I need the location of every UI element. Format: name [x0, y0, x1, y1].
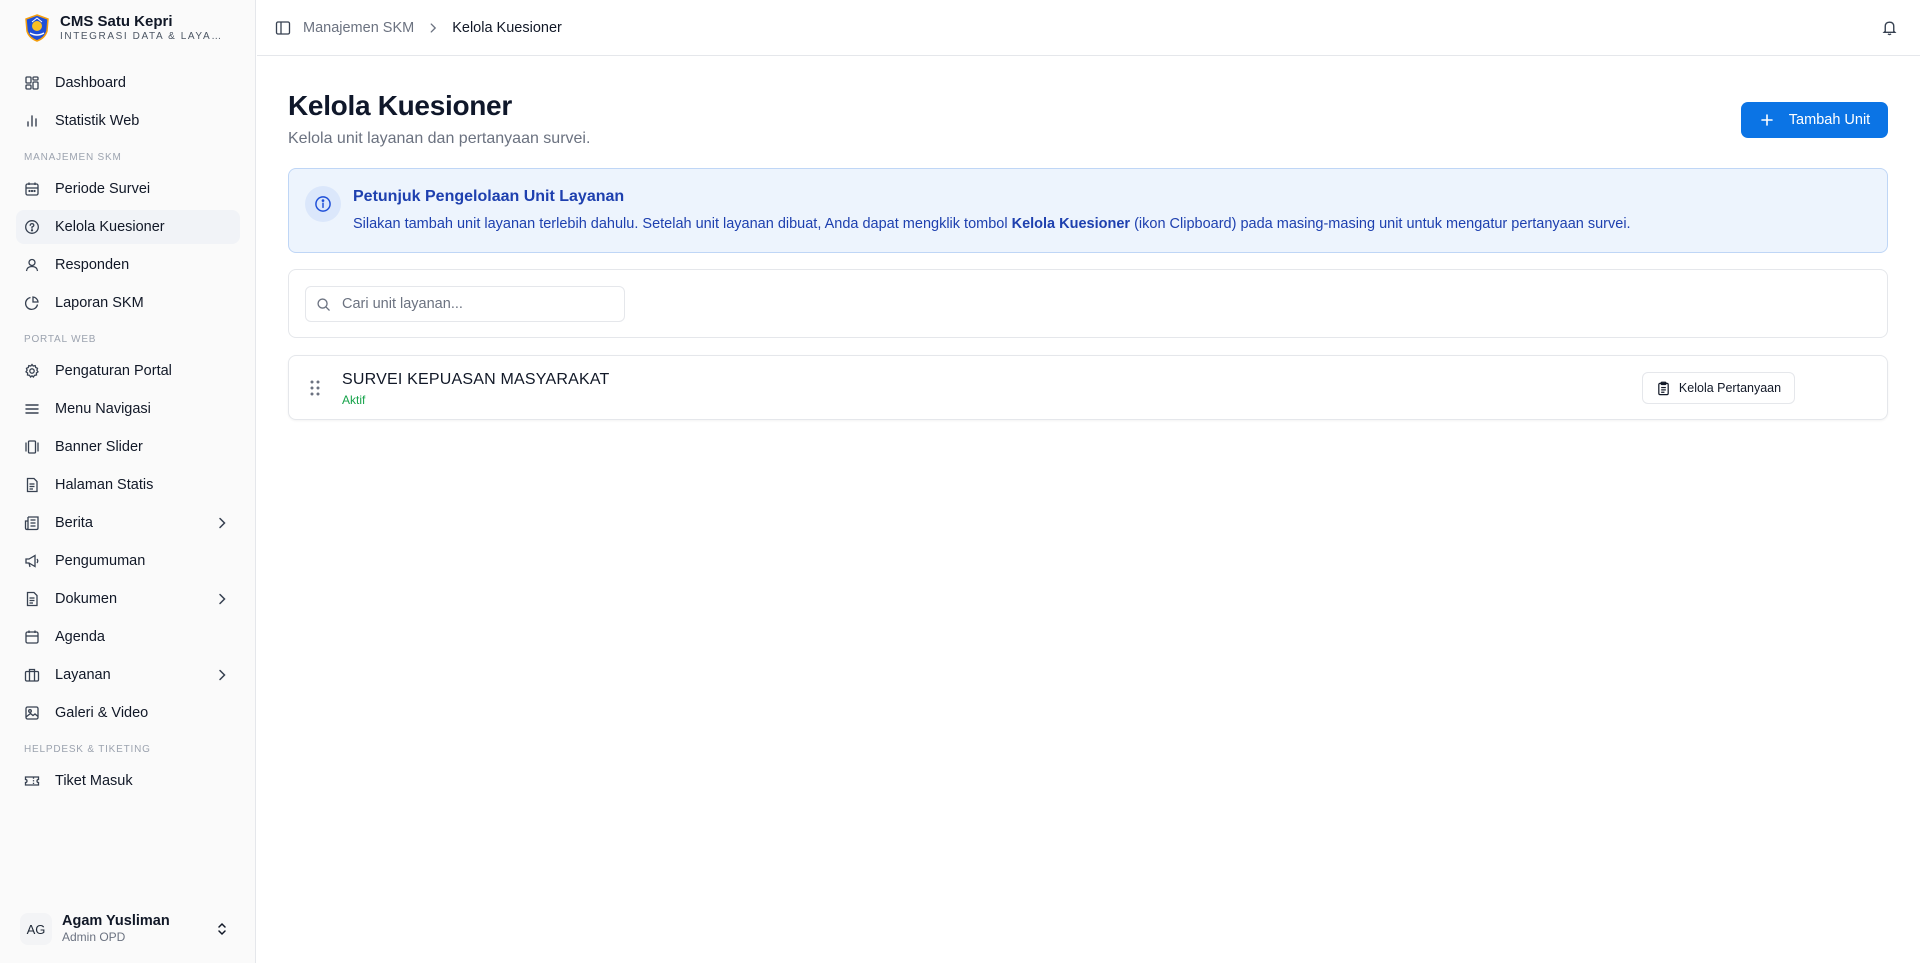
sidebar-item-statistik-web[interactable]: Statistik Web: [16, 104, 240, 138]
sidebar-item-label: Dashboard: [55, 75, 126, 91]
info-alert: Petunjuk Pengelolaan Unit Layanan Silaka…: [288, 168, 1888, 253]
bell-icon[interactable]: [1881, 19, 1898, 36]
info-text-part: Silakan tambah unit layanan terlebih dah…: [353, 216, 1012, 232]
gear-icon: [24, 363, 40, 379]
sidebar-item-laporan-skm[interactable]: Laporan SKM: [16, 286, 240, 320]
info-text: Silakan tambah unit layanan terlebih dah…: [353, 216, 1631, 232]
sidebar-item-label: Statistik Web: [55, 113, 140, 129]
sidebar-item-kelola-kuesioner[interactable]: Kelola Kuesioner: [16, 210, 240, 244]
user-menu[interactable]: AG Agam Yusliman Admin OPD: [16, 907, 240, 951]
breadcrumb-parent[interactable]: Manajemen SKM: [303, 20, 414, 36]
breadcrumb-current: Kelola Kuesioner: [452, 19, 562, 36]
sidebar-item-layanan[interactable]: Layanan: [16, 658, 240, 692]
group-label-manajemen-skm: MANAJEMEN SKM: [24, 152, 122, 163]
megaphone-icon: [24, 553, 40, 569]
newspaper-icon: [24, 515, 40, 531]
ticket-icon: [24, 773, 40, 789]
add-unit-label: Tambah Unit: [1788, 112, 1871, 128]
manage-questions-button[interactable]: Kelola Pertanyaan: [1642, 372, 1795, 404]
sidebar-item-label: Pengaturan Portal: [55, 363, 172, 379]
group-label-portal-web: PORTAL WEB: [24, 334, 97, 345]
sidebar-item-label: Kelola Kuesioner: [55, 219, 165, 235]
sidebar-item-berita[interactable]: Berita: [16, 506, 240, 540]
info-text-part: (ikon Clipboard) pada masing-masing unit…: [1130, 216, 1631, 232]
sidebar-item-label: Tiket Masuk: [55, 773, 133, 789]
gallery-icon: [24, 439, 40, 455]
user-name: Agam Yusliman: [62, 913, 170, 929]
sidebar-item-halaman-statis[interactable]: Halaman Statis: [16, 468, 240, 502]
sidebar-item-label: Menu Navigasi: [55, 401, 151, 417]
province-logo-icon: [25, 14, 49, 42]
file-text-icon: [24, 477, 40, 493]
chevrons-up-down-icon: [218, 922, 226, 936]
page-title: Kelola Kuesioner: [288, 90, 512, 121]
sidebar-item-label: Galeri & Video: [55, 705, 149, 721]
sidebar-item-label: Responden: [55, 257, 130, 273]
menu-icon: [24, 401, 40, 417]
sidebar-item-tiket-masuk[interactable]: Tiket Masuk: [16, 764, 240, 798]
sidebar-item-pengaturan-portal[interactable]: Pengaturan Portal: [16, 354, 240, 388]
search-box[interactable]: [305, 286, 625, 322]
calendar-icon: [24, 629, 40, 645]
bar-chart-icon: [24, 113, 40, 129]
page-subtitle: Kelola unit layanan dan pertanyaan surve…: [288, 130, 591, 147]
manage-questions-label: Kelola Pertanyaan: [1678, 381, 1782, 395]
info-title: Petunjuk Pengelolaan Unit Layanan: [353, 188, 625, 205]
unit-name: SURVEI KEPUASAN MASYARAKAT: [342, 371, 610, 388]
info-text-bold: Kelola Kuesioner: [1011, 216, 1131, 232]
help-circle-icon: [24, 219, 40, 235]
sidebar-item-label: Pengumuman: [55, 553, 146, 569]
add-unit-button[interactable]: Tambah Unit: [1741, 102, 1888, 138]
sidebar-item-label: Halaman Statis: [55, 477, 154, 493]
sidebar-nav: Dashboard Statistik Web MANAJEMEN SKM Pe…: [16, 66, 240, 802]
pie-chart-icon: [24, 295, 40, 311]
sidebar-item-pengumuman[interactable]: Pengumuman: [16, 544, 240, 578]
sidebar-item-periode-survei[interactable]: Periode Survei: [16, 172, 240, 206]
brand-subtitle: INTEGRASI DATA & LAYANAN: [60, 31, 230, 42]
sidebar-item-label: Berita: [55, 515, 93, 531]
clipboard-icon: [1658, 381, 1669, 395]
sidebar-item-agenda[interactable]: Agenda: [16, 620, 240, 654]
brand[interactable]: CMS Satu Kepri INTEGRASI DATA & LAYANAN: [24, 12, 230, 44]
status-badge: Aktif: [342, 393, 366, 407]
sidebar-item-menu-navigasi[interactable]: Menu Navigasi: [16, 392, 240, 426]
sidebar-item-label: Laporan SKM: [55, 295, 144, 311]
image-icon: [24, 705, 40, 721]
chevron-right-icon: [219, 517, 226, 529]
sidebar-item-responden[interactable]: Responden: [16, 248, 240, 282]
search-card: [288, 269, 1888, 338]
sidebar-item-galeri-video[interactable]: Galeri & Video: [16, 696, 240, 730]
sidebar-item-label: Dokumen: [55, 591, 118, 607]
chevron-right-icon: [430, 22, 437, 33]
breadcrumb: Manajemen SKM Kelola Kuesioner: [303, 20, 562, 36]
search-input[interactable]: [342, 296, 612, 312]
sidebar-item-dashboard[interactable]: Dashboard: [16, 66, 240, 100]
sidebar-item-label: Agenda: [55, 629, 105, 645]
drag-handle-icon[interactable]: [309, 379, 321, 397]
group-label-helpdesk: HELPDESK & TIKETING: [24, 744, 151, 755]
list-item: SURVEI KEPUASAN MASYARAKAT Aktif Kelola …: [288, 355, 1888, 420]
user-role: Admin OPD: [62, 930, 126, 944]
sidebar: CMS Satu Kepri INTEGRASI DATA & LAYANAN …: [0, 0, 256, 963]
topbar: Manajemen SKM Kelola Kuesioner: [257, 0, 1920, 56]
user-icon: [24, 257, 40, 273]
sidebar-item-label: Periode Survei: [55, 181, 151, 197]
sidebar-item-dokumen[interactable]: Dokumen: [16, 582, 240, 616]
sidebar-item-label: Layanan: [55, 667, 111, 683]
sidebar-toggle-icon[interactable]: [275, 20, 291, 36]
avatar: AG: [20, 913, 52, 945]
dashboard-icon: [24, 75, 40, 91]
brand-title: CMS Satu Kepri: [60, 13, 173, 30]
info-icon: [305, 186, 341, 222]
sidebar-item-label: Banner Slider: [55, 439, 143, 455]
file-text-icon: [24, 591, 40, 607]
briefcase-icon: [24, 667, 40, 683]
search-icon: [317, 297, 330, 311]
chevron-right-icon: [219, 593, 226, 605]
plus-icon: [1760, 114, 1773, 126]
sidebar-item-banner-slider[interactable]: Banner Slider: [16, 430, 240, 464]
calendar-icon: [24, 181, 40, 197]
chevron-right-icon: [219, 669, 226, 681]
